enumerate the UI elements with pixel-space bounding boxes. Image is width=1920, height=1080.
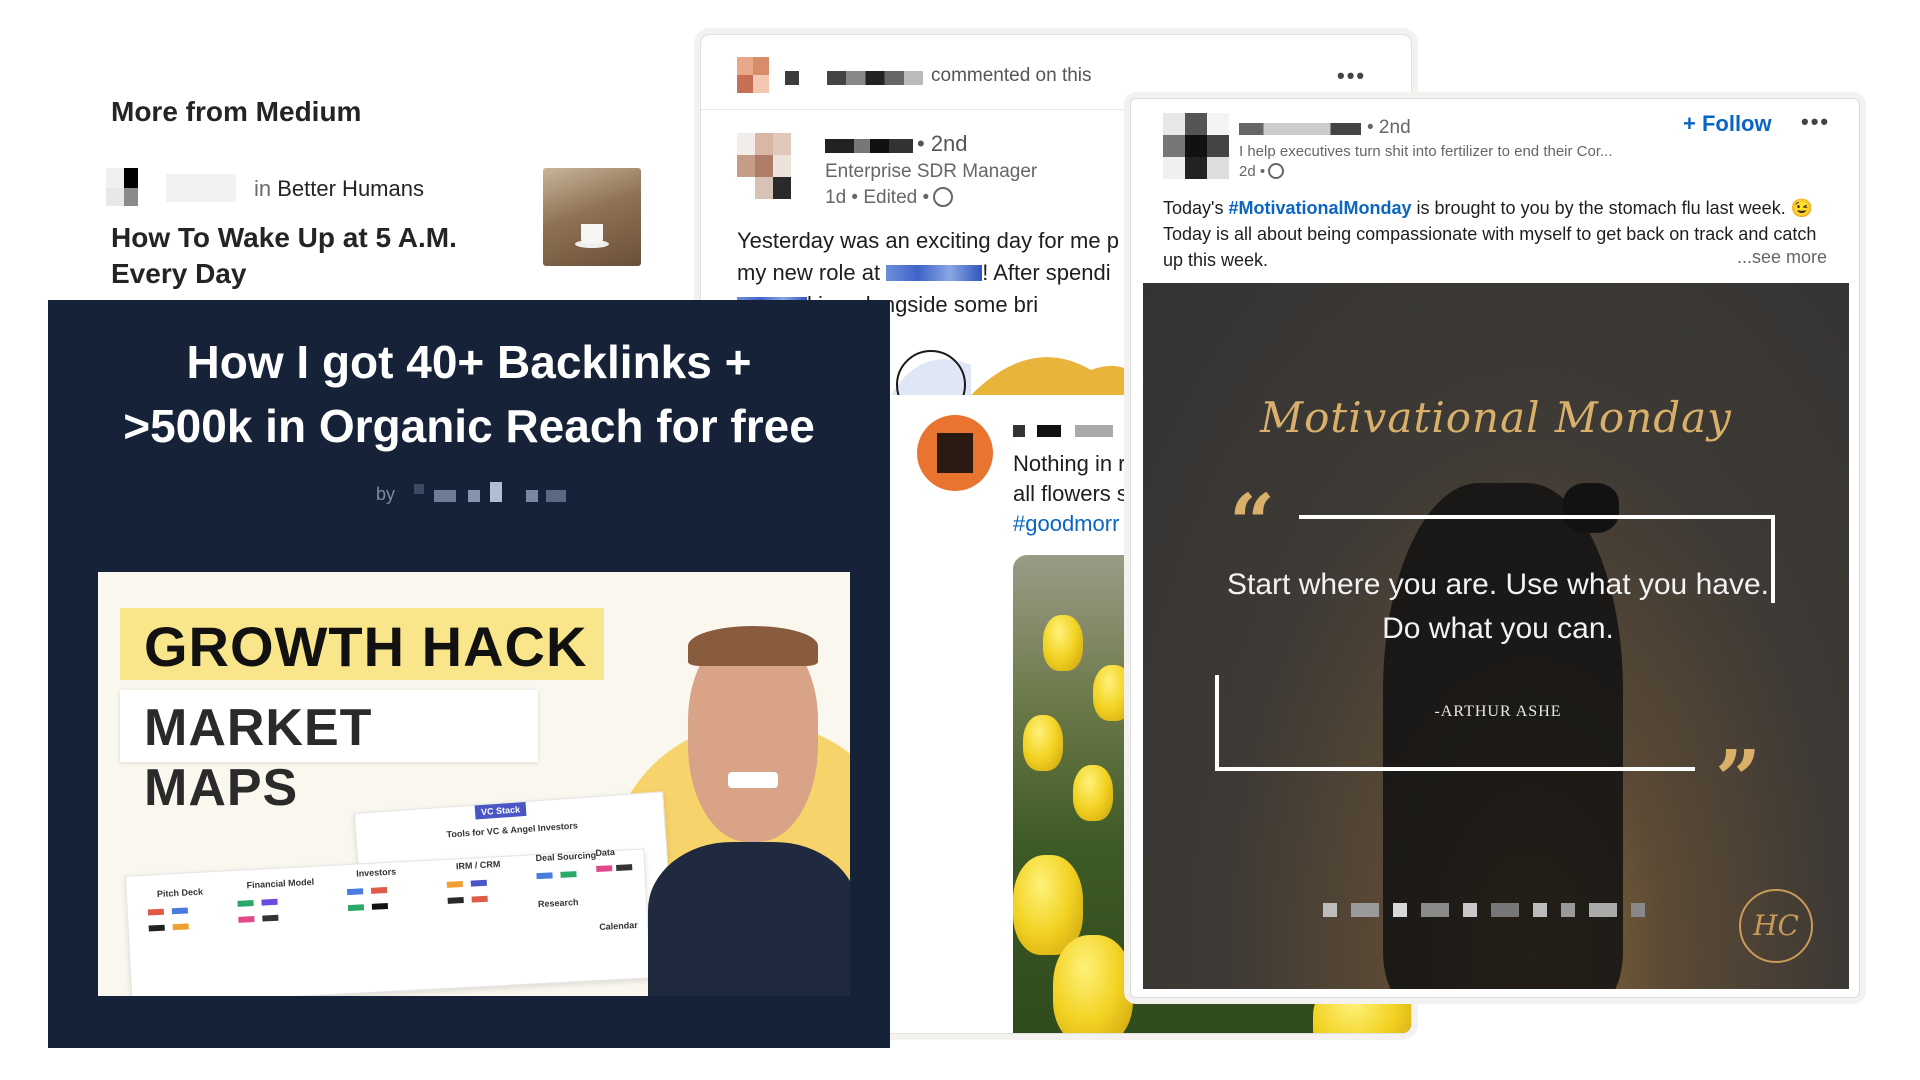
- post-body-line2b: ! After spendi: [982, 260, 1111, 285]
- presenter-photo: [648, 626, 850, 996]
- author-name-redacted: [408, 482, 588, 504]
- blog-title: How I got 40+ Backlinks + >500k in Organ…: [48, 330, 890, 458]
- col-label-pitch-deck: Pitch Deck: [156, 886, 204, 900]
- col-label-data: Data: [595, 847, 616, 859]
- col-label-calendar: Calendar: [599, 919, 639, 932]
- more-options-icon[interactable]: •••: [1337, 63, 1366, 89]
- in-label: in: [254, 176, 272, 201]
- see-more-link[interactable]: ...see more: [1737, 247, 1827, 268]
- activity-text: commented on this: [931, 65, 1092, 86]
- company-mention-redacted[interactable]: [886, 265, 983, 281]
- col-label-research: Research: [537, 897, 579, 910]
- market-map-sheet-front: Pitch Deck Financial Model Investors IRM…: [124, 847, 652, 996]
- quote-frame-top: [1299, 515, 1775, 519]
- commenter-name-redacted[interactable]: [785, 71, 799, 85]
- medium-section-heading: More from Medium: [111, 96, 362, 127]
- article-title[interactable]: How To Wake Up at 5 A.M. Every Day: [111, 220, 491, 292]
- shared-post-avatar[interactable]: [917, 415, 993, 491]
- publication-link[interactable]: Better Humans: [277, 176, 424, 201]
- open-quote-icon: “: [1229, 476, 1276, 570]
- poster-name-redacted-right[interactable]: [1239, 123, 1361, 135]
- follow-button[interactable]: + Follow: [1683, 111, 1772, 137]
- col-label-financial-model: Financial Model: [246, 876, 315, 891]
- post-meta-text: 1d • Edited •: [825, 187, 930, 208]
- globe-icon: [933, 187, 954, 207]
- author-name-redacted[interactable]: [166, 174, 236, 202]
- post-body-line1: Yesterday was an exciting day for me p: [737, 228, 1119, 253]
- sheet-title: Tools for VC & Angel Investors: [446, 820, 579, 840]
- linkedin-post-card-right: • 2nd I help executives turn shit into f…: [1130, 98, 1860, 998]
- shared-post-line1: Nothing in r: [1013, 451, 1126, 476]
- poster-avatar-right[interactable]: [1163, 113, 1229, 179]
- post-meta: 1d • Edited •: [825, 187, 954, 209]
- shared-post-line2: all flowers s: [1013, 481, 1128, 506]
- video-thumbnail[interactable]: GROWTH HACK MARKET MAPS VC Stack Tools f…: [98, 572, 850, 996]
- post-body-prefix: Today's: [1163, 198, 1229, 218]
- post-meta-right: 2d •: [1239, 163, 1285, 180]
- coffee-cup-shape: [581, 224, 603, 244]
- blog-post-card[interactable]: How I got 40+ Backlinks + >500k in Organ…: [48, 300, 890, 1048]
- thumb-headline-1: GROWTH HACK: [144, 615, 588, 678]
- globe-icon: [1268, 163, 1285, 179]
- author-avatar[interactable]: [106, 168, 146, 208]
- poster-headline-right: I help executives turn shit into fertili…: [1239, 143, 1613, 160]
- hashtag-link[interactable]: #MotivationalMonday: [1228, 198, 1411, 218]
- poster-name-redacted[interactable]: [825, 139, 889, 153]
- publication-line: in Better Humans: [254, 176, 424, 202]
- fist-shape: [1563, 483, 1619, 533]
- commenter-avatar[interactable]: [737, 57, 769, 93]
- thumb-headline-1-box: GROWTH HACK: [120, 608, 604, 680]
- more-options-icon[interactable]: •••: [1801, 109, 1830, 135]
- poster-headline: Enterprise SDR Manager: [825, 161, 1038, 182]
- col-label-deal-sourcing: Deal Sourcing: [535, 850, 597, 864]
- connection-degree: • 2nd: [917, 131, 968, 156]
- quote-author: -ARTHUR ASHE: [1434, 703, 1562, 720]
- post-meta-right-text: 2d •: [1239, 163, 1266, 180]
- byline-label: by: [376, 484, 396, 504]
- article-thumbnail[interactable]: [543, 168, 641, 266]
- commenter-name-redacted-2[interactable]: [827, 71, 923, 85]
- script-title: Motivational Monday: [1260, 393, 1732, 442]
- thumb-headline-2-box: MARKET MAPS: [120, 690, 538, 817]
- connection-degree-right: • 2nd: [1367, 117, 1411, 138]
- quote-frame-left: [1215, 675, 1219, 771]
- col-label-investors: Investors: [355, 866, 397, 879]
- col-label-irm-crm: IRM / CRM: [455, 859, 501, 872]
- quote-text: Start where you are. Use what you have. …: [1227, 568, 1769, 645]
- quote-frame-bottom: [1215, 767, 1695, 771]
- shared-post-author-redacted[interactable]: [1013, 425, 1113, 437]
- hc-logo: HC: [1739, 889, 1813, 963]
- blog-title-line2: >500k in Organic Reach for free: [123, 400, 815, 452]
- blog-title-line1: How I got 40+ Backlinks +: [186, 336, 752, 388]
- poster-name-redacted-2[interactable]: [889, 139, 913, 153]
- shared-post-hashtag[interactable]: #goodmorr: [1013, 511, 1119, 536]
- medium-more-panel: More from Medium in Better Humans How To…: [96, 80, 656, 300]
- post-body-line2a: my new role at: [737, 260, 881, 285]
- poster-avatar[interactable]: [737, 133, 813, 199]
- close-quote-icon: ”: [1715, 732, 1762, 826]
- post-body-right: Today's #MotivationalMonday is brought t…: [1163, 195, 1831, 273]
- thumb-headline-2: MARKET MAPS: [144, 699, 373, 817]
- motivational-quote-image[interactable]: Motivational Monday “ ” Start where you …: [1143, 283, 1849, 989]
- handle-redacted: [1323, 903, 1653, 917]
- vc-stack-badge: VC Stack: [474, 801, 527, 820]
